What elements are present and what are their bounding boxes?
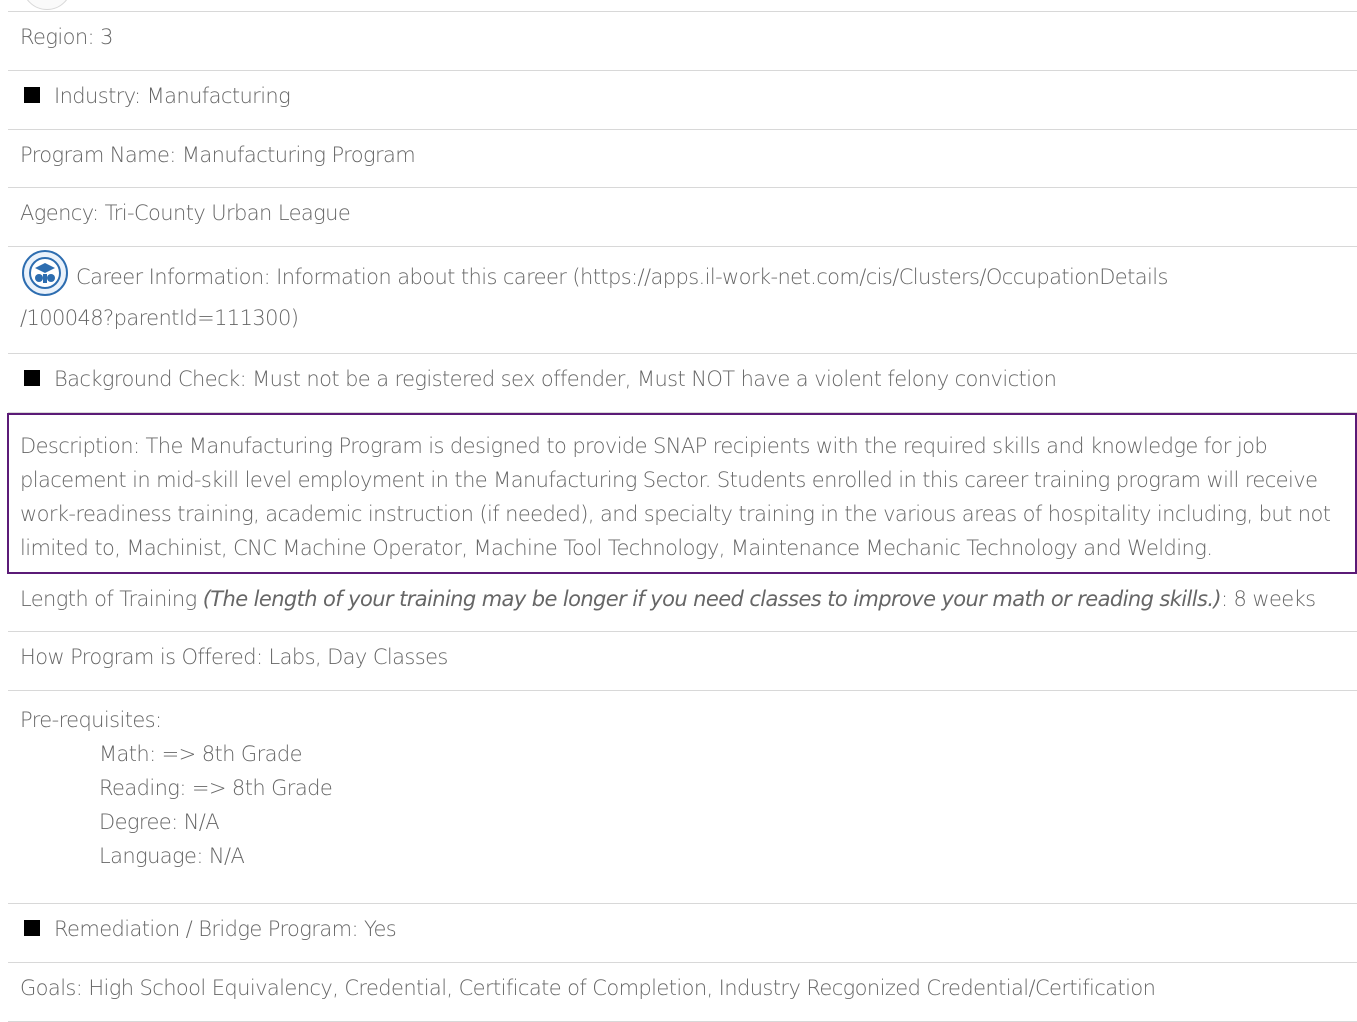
black-square-bullet-icon [24, 87, 40, 103]
industry-row: Industry: Manufacturing [8, 71, 1357, 130]
career-information-row: Career Information: Information about th… [8, 247, 1357, 354]
region-row: Region: 3 [8, 12, 1357, 71]
how-offered-text: How Program is Offered: Labs, Day Classe… [20, 645, 448, 669]
length-of-training-row: Length of Training (The length of your t… [8, 574, 1357, 632]
prerequisite-degree: Degree: N/A [99, 810, 220, 834]
background-check-text: Background Check: Must not be a register… [54, 367, 1057, 391]
prerequisites-row: Pre-requisites: Math: => 8th Grade Readi… [8, 691, 1357, 904]
black-square-bullet-icon [24, 370, 40, 386]
avatar [22, 0, 72, 10]
agency-row: Agency: Tri-County Urban League [8, 188, 1357, 247]
background-check-row: Background Check: Must not be a register… [8, 354, 1357, 413]
career-information-link[interactable]: Career Information: Information about th… [76, 265, 1168, 289]
region-text: Region: 3 [20, 25, 113, 49]
agency-text: Agency: Tri-County Urban League [20, 201, 351, 225]
prerequisite-language: Language: N/A [99, 844, 245, 868]
career-information-link-continued[interactable]: /100048?parentId=111300) [8, 296, 1345, 340]
description-row: Description: The Manufacturing Program i… [7, 413, 1357, 574]
prerequisite-reading: Reading: => 8th Grade [99, 776, 333, 800]
program-details-list: Region: 3 Industry: Manufacturing Progra… [7, 11, 1357, 1022]
prerequisites-label: Pre-requisites: [20, 708, 162, 732]
length-of-training-note: (The length of your training may be long… [202, 587, 1222, 611]
how-offered-row: How Program is Offered: Labs, Day Classe… [8, 632, 1357, 691]
black-square-bullet-icon [24, 920, 40, 936]
remediation-row: Remediation / Bridge Program: Yes [8, 904, 1357, 963]
career-cluster-icon [22, 250, 68, 296]
goals-text: Goals: High School Equivalency, Credenti… [20, 976, 1156, 1000]
prerequisite-math: Math: => 8th Grade [99, 742, 303, 766]
length-of-training-value: : 8 weeks [1220, 587, 1316, 611]
program-name-text: Program Name: Manufacturing Program [20, 143, 416, 167]
remediation-text: Remediation / Bridge Program: Yes [54, 917, 397, 941]
length-of-training-label: Length of Training [20, 587, 203, 611]
goals-row: Goals: High School Equivalency, Credenti… [8, 963, 1357, 1022]
industry-text: Industry: Manufacturing [54, 84, 291, 108]
program-name-row: Program Name: Manufacturing Program [8, 130, 1357, 188]
description-text: Description: The Manufacturing Program i… [20, 434, 1331, 560]
